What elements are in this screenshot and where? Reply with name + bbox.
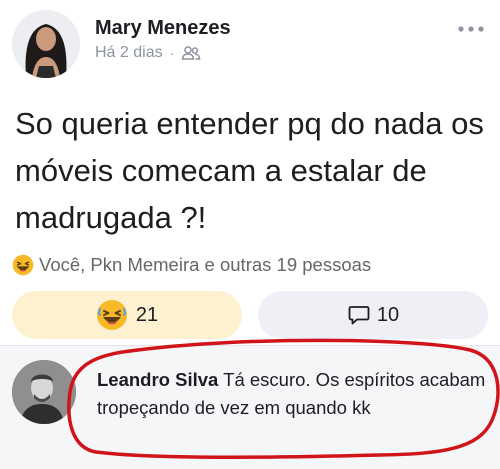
reactions-summary[interactable]: Você, Pkn Memeira e outras 19 pessoas — [12, 254, 371, 276]
author-photo — [12, 10, 80, 78]
comment-author[interactable]: Leandro Silva — [97, 369, 218, 390]
comment-item: Leandro Silva Tá escuro. Os espíritos ac… — [0, 345, 500, 469]
friends-icon — [181, 46, 201, 60]
laughing-emoji-icon — [96, 300, 127, 330]
commenter-photo — [12, 360, 76, 424]
more-options-icon[interactable] — [456, 22, 486, 36]
author-avatar[interactable] — [12, 10, 80, 78]
laughing-emoji-icon — [12, 254, 34, 276]
commenter-avatar[interactable] — [12, 360, 76, 424]
post-meta: Há 2 dias · — [95, 44, 201, 62]
comment-button[interactable]: 10 — [258, 291, 488, 339]
comment-count: 10 — [376, 303, 400, 326]
reaction-count: 21 — [135, 303, 159, 326]
post-time[interactable]: Há 2 dias — [95, 44, 163, 62]
post-header: Mary Menezes Há 2 dias · — [0, 0, 500, 80]
meta-separator: · — [169, 45, 175, 61]
author-name[interactable]: Mary Menezes — [95, 17, 231, 40]
comment-bubble-icon — [348, 306, 370, 325]
post-text: So queria entender pq do nada os móveis … — [15, 106, 484, 235]
action-row: 21 10 — [12, 291, 488, 339]
comment-body: Leandro Silva Tá escuro. Os espíritos ac… — [97, 366, 497, 422]
reactions-summary-text: Você, Pkn Memeira e outras 19 pessoas — [39, 254, 372, 275]
reaction-button[interactable]: 21 — [12, 291, 242, 339]
